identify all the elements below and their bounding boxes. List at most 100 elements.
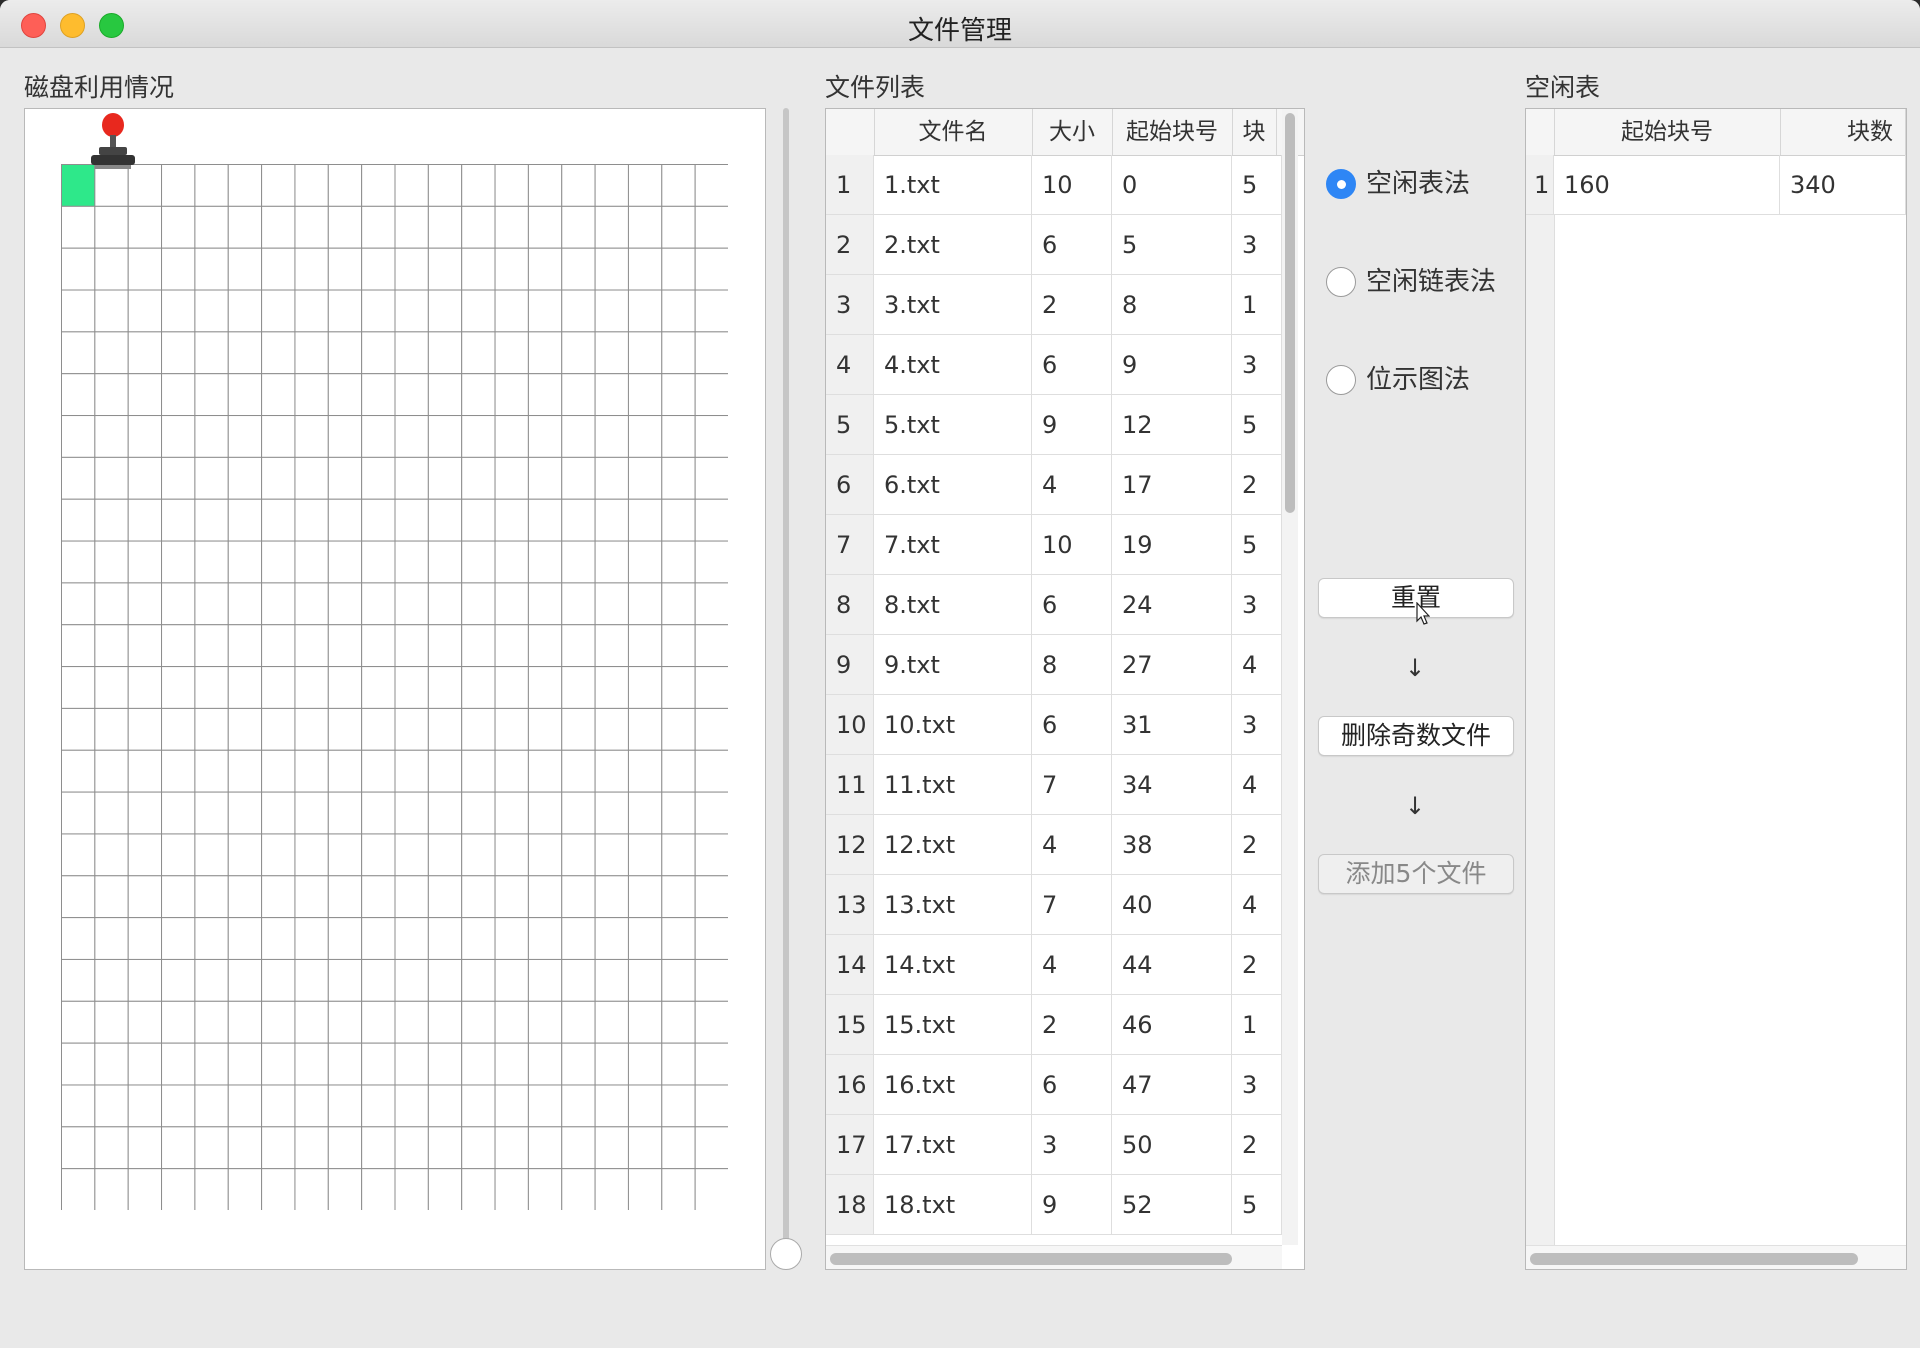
file-blocks-cell[interactable]: 1: [1232, 995, 1282, 1055]
file-name-cell[interactable]: 11.txt: [874, 755, 1032, 815]
file-start-cell[interactable]: 5: [1112, 215, 1232, 275]
file-blocks-cell[interactable]: 4: [1232, 755, 1282, 815]
file-start-cell[interactable]: 12: [1112, 395, 1232, 455]
file-blocks-cell[interactable]: 5: [1232, 395, 1282, 455]
file-size-cell[interactable]: 3: [1032, 1115, 1112, 1175]
column-header-size[interactable]: 大小: [1032, 109, 1113, 155]
file-size-cell[interactable]: 10: [1032, 155, 1112, 215]
file-name-cell[interactable]: 16.txt: [874, 1055, 1032, 1115]
file-start-cell[interactable]: 40: [1112, 875, 1232, 935]
file-name-cell[interactable]: 4.txt: [874, 335, 1032, 395]
file-blocks-cell[interactable]: 3: [1232, 575, 1282, 635]
file-size-cell[interactable]: 7: [1032, 875, 1112, 935]
file-name-cell[interactable]: 8.txt: [874, 575, 1032, 635]
column-header-name[interactable]: 文件名: [874, 109, 1033, 155]
table-row[interactable]: 2 2.txt 6 5 3: [826, 215, 1282, 275]
delete-odd-files-button[interactable]: 删除奇数文件: [1318, 716, 1514, 756]
panel-splitter[interactable]: [783, 108, 789, 1258]
file-blocks-cell[interactable]: 2: [1232, 1115, 1282, 1175]
file-size-cell[interactable]: 10: [1032, 515, 1112, 575]
file-name-cell[interactable]: 10.txt: [874, 695, 1032, 755]
file-start-cell[interactable]: 27: [1112, 635, 1232, 695]
file-size-cell[interactable]: 8: [1032, 635, 1112, 695]
method-radio-0[interactable]: 空闲表法: [1326, 165, 1516, 205]
column-header-count[interactable]: 块数: [1780, 109, 1906, 155]
file-blocks-cell[interactable]: 2: [1232, 815, 1282, 875]
file-size-cell[interactable]: 9: [1032, 395, 1112, 455]
method-radio-1[interactable]: 空闲链表法: [1326, 263, 1516, 303]
table-row[interactable]: 17 17.txt 3 50 2: [826, 1115, 1282, 1175]
column-header-start[interactable]: 起始块号: [1554, 109, 1781, 155]
file-name-cell[interactable]: 5.txt: [874, 395, 1032, 455]
file-name-cell[interactable]: 14.txt: [874, 935, 1032, 995]
file-blocks-cell[interactable]: 3: [1232, 215, 1282, 275]
file-size-cell[interactable]: 4: [1032, 935, 1112, 995]
file-start-cell[interactable]: 17: [1112, 455, 1232, 515]
file-start-cell[interactable]: 34: [1112, 755, 1232, 815]
file-list-vertical-scrollbar[interactable]: [1282, 109, 1298, 1245]
file-start-cell[interactable]: 31: [1112, 695, 1232, 755]
file-start-cell[interactable]: 19: [1112, 515, 1232, 575]
file-blocks-cell[interactable]: 4: [1232, 875, 1282, 935]
file-blocks-cell[interactable]: 3: [1232, 1055, 1282, 1115]
file-blocks-cell[interactable]: 5: [1232, 1175, 1282, 1235]
file-size-cell[interactable]: 6: [1032, 695, 1112, 755]
file-start-cell[interactable]: 52: [1112, 1175, 1232, 1235]
file-name-cell[interactable]: 9.txt: [874, 635, 1032, 695]
file-list-horizontal-scroll-thumb[interactable]: [830, 1253, 1232, 1265]
table-row[interactable]: 10 10.txt 6 31 3: [826, 695, 1282, 755]
file-list-vertical-scroll-thumb[interactable]: [1285, 113, 1295, 513]
method-radio-2[interactable]: 位示图法: [1326, 361, 1516, 401]
file-start-cell[interactable]: 47: [1112, 1055, 1232, 1115]
splitter-handle[interactable]: [770, 1238, 802, 1270]
file-blocks-cell[interactable]: 3: [1232, 695, 1282, 755]
file-name-cell[interactable]: 15.txt: [874, 995, 1032, 1055]
file-start-cell[interactable]: 0: [1112, 155, 1232, 215]
file-name-cell[interactable]: 1.txt: [874, 155, 1032, 215]
file-blocks-cell[interactable]: 1: [1232, 275, 1282, 335]
table-row[interactable]: 3 3.txt 2 8 1: [826, 275, 1282, 335]
table-row[interactable]: 6 6.txt 4 17 2: [826, 455, 1282, 515]
file-list-horizontal-scrollbar[interactable]: [826, 1245, 1282, 1269]
file-size-cell[interactable]: 6: [1032, 1055, 1112, 1115]
file-name-cell[interactable]: 6.txt: [874, 455, 1032, 515]
file-name-cell[interactable]: 17.txt: [874, 1115, 1032, 1175]
file-size-cell[interactable]: 4: [1032, 815, 1112, 875]
file-size-cell[interactable]: 2: [1032, 275, 1112, 335]
file-start-cell[interactable]: 8: [1112, 275, 1232, 335]
file-start-cell[interactable]: 46: [1112, 995, 1232, 1055]
table-row[interactable]: 14 14.txt 4 44 2: [826, 935, 1282, 995]
radio-button-icon[interactable]: [1326, 169, 1356, 199]
free-table-horizontal-scroll-thumb[interactable]: [1530, 1253, 1858, 1265]
radio-button-icon[interactable]: [1326, 365, 1356, 395]
add-five-files-button[interactable]: 添加5个文件: [1318, 854, 1514, 894]
file-list-table[interactable]: 文件名 大小 起始块号 块 1 1.txt 10 0 5 2 2.txt 6 5 3 3 3.txt 2…: [825, 108, 1305, 1270]
file-start-cell[interactable]: 44: [1112, 935, 1232, 995]
table-row[interactable]: 5 5.txt 9 12 5: [826, 395, 1282, 455]
file-name-cell[interactable]: 3.txt: [874, 275, 1032, 335]
file-blocks-cell[interactable]: 5: [1232, 155, 1282, 215]
table-row[interactable]: 7 7.txt 10 19 5: [826, 515, 1282, 575]
table-row[interactable]: 9 9.txt 8 27 4: [826, 635, 1282, 695]
table-row[interactable]: 1 160 340: [1526, 155, 1906, 215]
file-name-cell[interactable]: 2.txt: [874, 215, 1032, 275]
column-header-start[interactable]: 起始块号: [1112, 109, 1233, 155]
file-name-cell[interactable]: 7.txt: [874, 515, 1032, 575]
table-row[interactable]: 8 8.txt 6 24 3: [826, 575, 1282, 635]
table-row[interactable]: 13 13.txt 7 40 4: [826, 875, 1282, 935]
file-size-cell[interactable]: 2: [1032, 995, 1112, 1055]
file-size-cell[interactable]: 6: [1032, 215, 1112, 275]
free-count-cell[interactable]: 340: [1780, 155, 1906, 215]
table-row[interactable]: 4 4.txt 6 9 3: [826, 335, 1282, 395]
file-start-cell[interactable]: 38: [1112, 815, 1232, 875]
file-size-cell[interactable]: 7: [1032, 755, 1112, 815]
file-start-cell[interactable]: 24: [1112, 575, 1232, 635]
file-name-cell[interactable]: 18.txt: [874, 1175, 1032, 1235]
file-size-cell[interactable]: 6: [1032, 575, 1112, 635]
column-header-blocks[interactable]: 块: [1232, 109, 1277, 155]
file-name-cell[interactable]: 13.txt: [874, 875, 1032, 935]
file-size-cell[interactable]: 6: [1032, 335, 1112, 395]
file-blocks-cell[interactable]: 2: [1232, 455, 1282, 515]
file-size-cell[interactable]: 9: [1032, 1175, 1112, 1235]
free-start-cell[interactable]: 160: [1554, 155, 1780, 215]
